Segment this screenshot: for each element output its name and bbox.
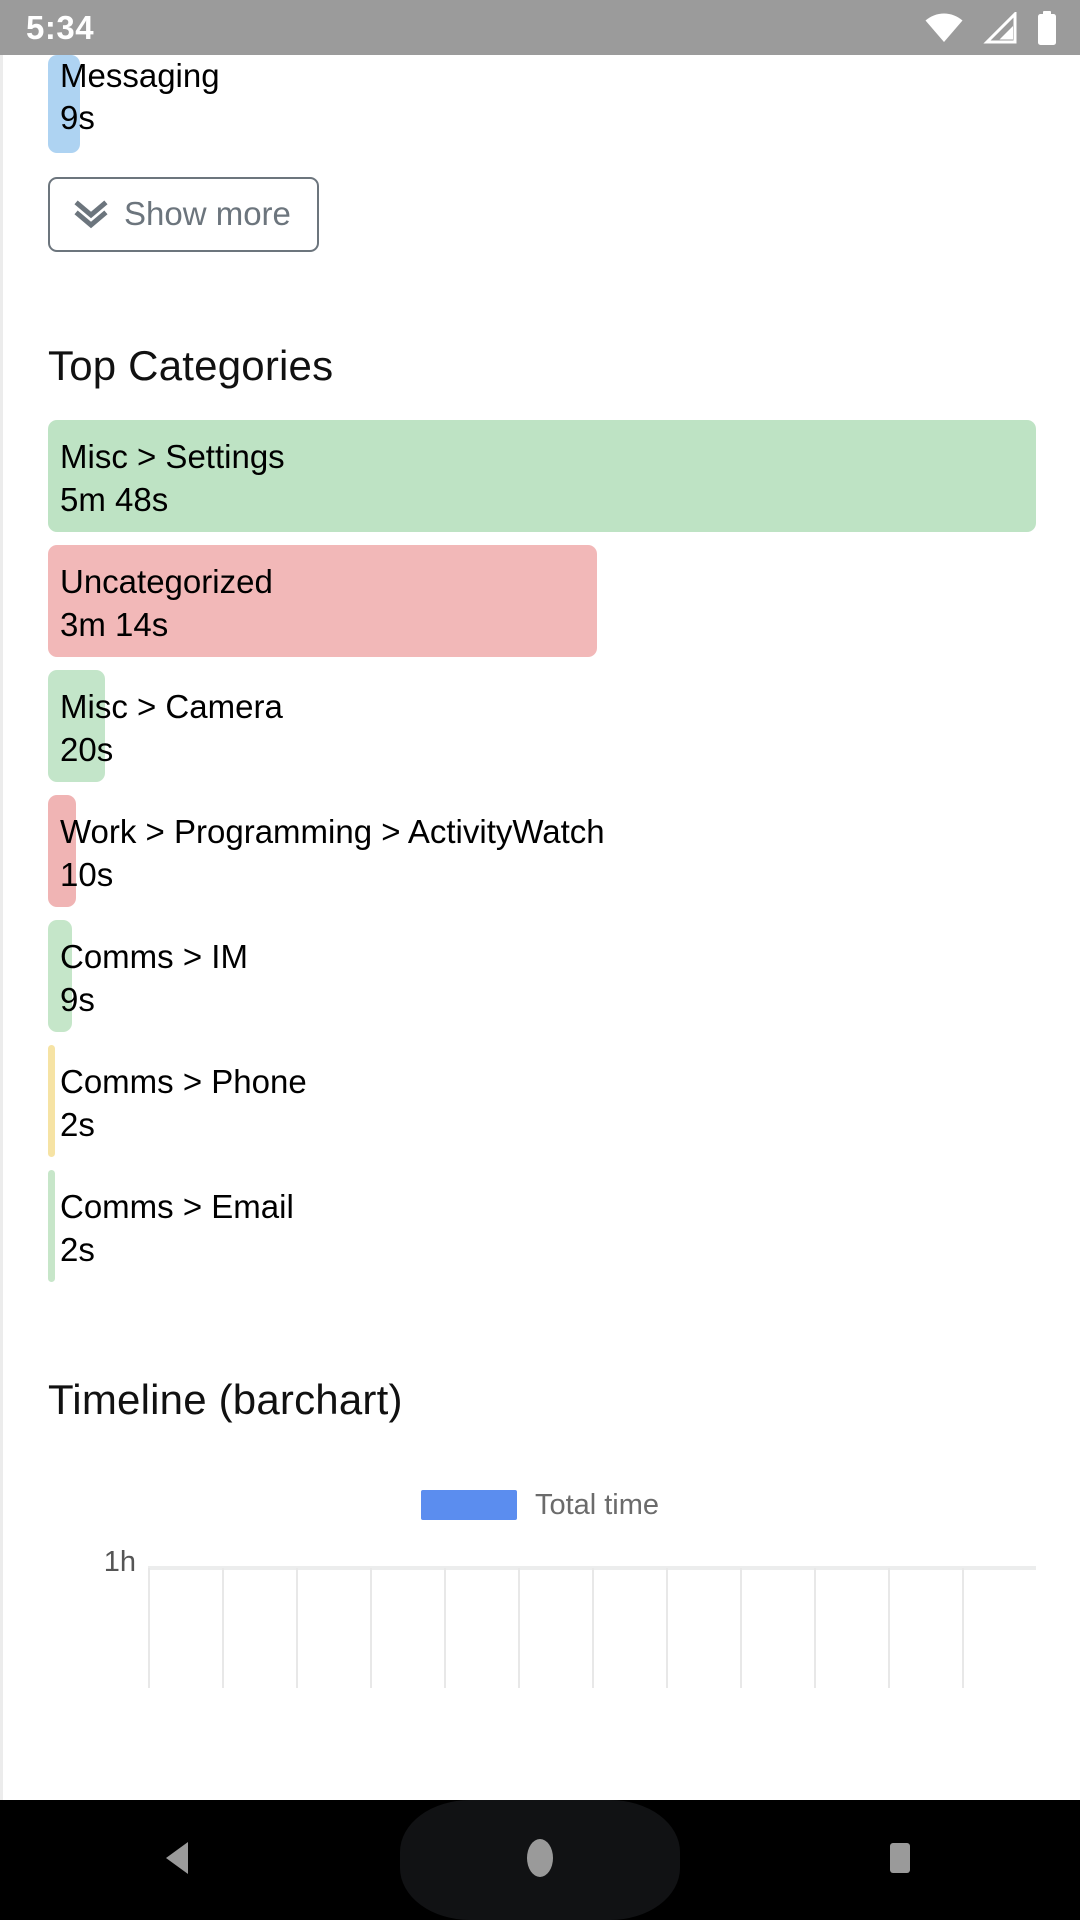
android-navigation-bar [0, 1800, 1080, 1920]
legend-swatch-total-time [420, 1490, 517, 1520]
category-text: Misc > Camera 20s [0, 670, 1080, 772]
category-row[interactable]: Misc > Settings 5m 48s [0, 420, 1080, 538]
category-duration: 5m 48s [60, 480, 169, 518]
home-button[interactable] [360, 1800, 720, 1920]
top-app-name: Messaging [60, 57, 220, 94]
category-name: Work > Programming > ActivityWatch [60, 813, 605, 850]
chart-gridlines [148, 1568, 1036, 1688]
show-more-label: Show more [124, 195, 291, 232]
chart-gridline [888, 1568, 890, 1688]
battery-icon [1036, 10, 1058, 45]
chart-gridline [814, 1568, 816, 1688]
status-clock: 5:34 [26, 9, 95, 46]
phone-screen: 5:34 Messaging 9s Show more Top Categori… [0, 0, 1080, 1920]
back-icon [157, 1835, 203, 1886]
chart-gridline [962, 1568, 964, 1688]
top-app-row-messaging[interactable]: Messaging 9s [0, 55, 1080, 153]
top-categories-list: Misc > Settings 5m 48s Uncategorized 3m 14s… [0, 420, 1080, 1288]
chart-gridline [148, 1568, 150, 1688]
chart-plot-area: 1h [0, 1546, 1080, 1688]
timeline-heading: Timeline (barchart) [48, 1376, 403, 1423]
category-row[interactable]: Uncategorized 3m 14s [0, 545, 1080, 663]
chart-gridline [221, 1568, 224, 1688]
recents-button[interactable] [720, 1800, 1080, 1920]
cellular-signal-icon [982, 11, 1018, 44]
category-name: Comms > Email [60, 1188, 294, 1225]
top-app-text: Messaging 9s [0, 55, 1080, 139]
category-row[interactable]: Comms > IM 9s [0, 920, 1080, 1038]
chevron-double-down-icon [74, 199, 108, 229]
show-more-container: Show more [0, 153, 1080, 252]
category-duration: 2s [60, 1105, 95, 1143]
chart-gridline [295, 1568, 298, 1688]
category-row[interactable]: Comms > Email 2s [0, 1170, 1080, 1288]
category-name: Uncategorized [60, 563, 273, 600]
chart-legend: Total time [0, 1482, 1080, 1528]
category-name: Comms > Phone [60, 1063, 307, 1100]
legend-label-total-time: Total time [534, 1488, 660, 1521]
chart-gridline [518, 1568, 520, 1688]
home-button-highlight [400, 1800, 680, 1920]
y-axis-tick-1h: 1h [103, 1546, 136, 1578]
show-more-button[interactable]: Show more [48, 177, 319, 252]
scroll-content[interactable]: Messaging 9s Show more Top Categories Mi… [0, 55, 1080, 1800]
category-name: Comms > IM [60, 938, 248, 975]
top-app-duration: 9s [60, 99, 95, 137]
category-duration: 10s [60, 855, 114, 893]
category-row[interactable]: Misc > Camera 20s [0, 670, 1080, 788]
category-name: Misc > Camera [60, 688, 283, 725]
timeline-barchart[interactable]: Total time 1h [0, 1482, 1080, 1688]
category-duration: 9s [60, 980, 95, 1018]
recents-icon [879, 1835, 921, 1886]
category-duration: 3m 14s [60, 605, 169, 643]
status-icon-group [924, 10, 1058, 45]
chart-gridline [739, 1568, 742, 1688]
category-row[interactable]: Work > Programming > ActivityWatch 10s [0, 795, 1080, 913]
back-button[interactable] [0, 1800, 360, 1920]
category-name: Misc > Settings [60, 438, 285, 475]
category-text: Misc > Settings 5m 48s [0, 420, 1080, 522]
category-text: Comms > Phone 2s [0, 1045, 1080, 1147]
category-text: Uncategorized 3m 14s [0, 545, 1080, 647]
top-categories-heading: Top Categories [48, 342, 334, 389]
chart-gridline [666, 1568, 668, 1688]
home-icon [523, 1835, 557, 1886]
category-duration: 2s [60, 1230, 95, 1268]
chart-gridline [443, 1568, 446, 1688]
category-duration: 20s [60, 730, 114, 768]
category-text: Comms > IM 9s [0, 920, 1080, 1022]
chart-gridline [370, 1568, 372, 1688]
wifi-icon [924, 12, 964, 44]
chart-gridline [592, 1568, 594, 1688]
status-bar: 5:34 [0, 0, 1080, 55]
category-row[interactable]: Comms > Phone 2s [0, 1045, 1080, 1163]
category-text: Work > Programming > ActivityWatch 10s [0, 795, 1080, 897]
category-text: Comms > Email 2s [0, 1170, 1080, 1272]
